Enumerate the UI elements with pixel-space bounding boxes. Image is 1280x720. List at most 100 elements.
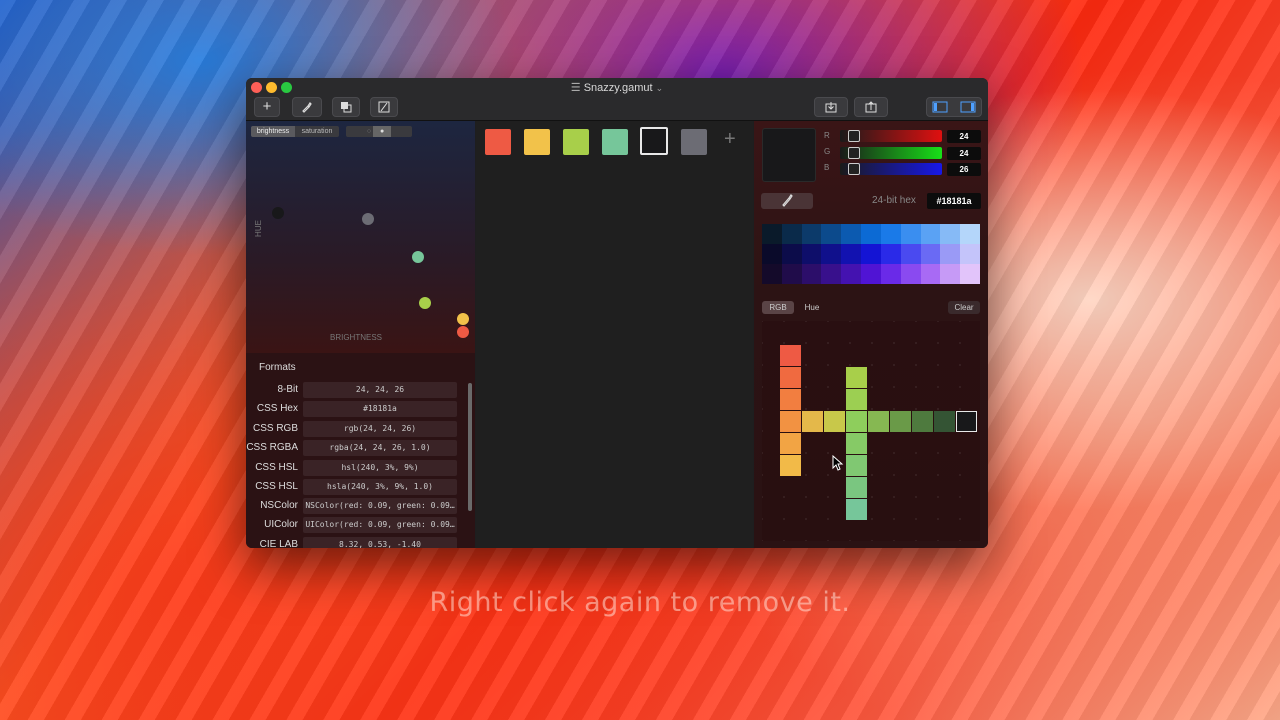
- format-label: CSS Hex: [256, 403, 298, 414]
- format-row: NSColor NSColor(red: 0.09, green: 0.09…: [246, 498, 462, 514]
- export-button[interactable]: [854, 97, 888, 117]
- format-value[interactable]: hsla(240, 3%, 9%, 1.0): [303, 479, 457, 495]
- hue-axis-label: HUE: [253, 220, 263, 237]
- grid-cell[interactable]: [846, 411, 867, 432]
- label-g: G: [824, 147, 831, 156]
- format-row: CSS RGBA rgba(24, 24, 26, 1.0): [246, 440, 462, 456]
- grid-cell[interactable]: [780, 411, 801, 432]
- chart-dot-teal[interactable]: [412, 251, 424, 263]
- grid-cell[interactable]: [890, 411, 911, 432]
- title-bar: ☰ Snazzy.gamut ⌄ +: [246, 78, 988, 121]
- grid-cell[interactable]: [780, 389, 801, 410]
- format-value[interactable]: NSColor(red: 0.09, green: 0.09…: [303, 498, 457, 514]
- view-mode-toggle[interactable]: ○ ●: [346, 126, 412, 137]
- format-value[interactable]: rgba(24, 24, 26, 1.0): [303, 440, 457, 456]
- grid-cell[interactable]: [780, 433, 801, 454]
- add-swatch-button[interactable]: +: [724, 128, 736, 151]
- grid-cell[interactable]: [846, 477, 867, 498]
- swatch-black-selected[interactable]: [640, 127, 668, 155]
- split-view-toggle[interactable]: [926, 97, 982, 117]
- swatch-green[interactable]: [563, 129, 589, 155]
- grid-cell[interactable]: [780, 367, 801, 388]
- blue-value[interactable]: 26: [947, 163, 981, 176]
- format-label: UIColor: [264, 519, 298, 530]
- color-preview: [762, 128, 816, 182]
- grid-cell[interactable]: [846, 367, 867, 388]
- add-button[interactable]: +: [254, 97, 280, 117]
- grid-cell[interactable]: [934, 411, 955, 432]
- format-row: 8-Bit 24, 24, 26: [246, 382, 462, 398]
- light-mode-icon: ○: [366, 128, 372, 135]
- format-label: CIE LAB: [259, 539, 298, 548]
- clear-button[interactable]: Clear: [948, 301, 980, 314]
- import-button[interactable]: [814, 97, 848, 117]
- grid-cell[interactable]: [780, 345, 801, 366]
- swatch-red[interactable]: [485, 129, 511, 155]
- swatch-canvas: +: [476, 121, 753, 548]
- chart-dot-gray[interactable]: [362, 213, 374, 225]
- eyedropper-icon: [782, 194, 793, 207]
- chevron-down-icon[interactable]: ⌄: [656, 83, 664, 93]
- format-value[interactable]: hsl(240, 3%, 9%): [303, 460, 457, 476]
- grid-cell[interactable]: [824, 411, 845, 432]
- edit-icon: [378, 101, 390, 113]
- gamut-chart-panel: brightness saturation ○ ● HUE BRIGHTNESS: [246, 121, 475, 353]
- grid-cell[interactable]: [846, 389, 867, 410]
- grid-cell[interactable]: [846, 499, 867, 520]
- mouse-cursor-icon: [832, 455, 844, 471]
- blue-slider-knob[interactable]: [848, 163, 860, 175]
- window-title: Snazzy.gamut: [583, 82, 653, 94]
- eyedropper-add-icon: [302, 102, 312, 113]
- red-slider-knob[interactable]: [848, 130, 860, 142]
- format-value[interactable]: 8.32, 0.53, -1.40: [303, 537, 457, 548]
- hex-value-field[interactable]: #18181a: [927, 193, 981, 209]
- import-icon: [825, 102, 837, 113]
- seg-saturation[interactable]: saturation: [295, 126, 339, 137]
- grid-cell-selected[interactable]: [956, 411, 977, 432]
- eyedropper-button[interactable]: [292, 97, 322, 117]
- formats-panel: Formats 8-Bit 24, 24, 26 CSS Hex #18181a C…: [246, 353, 475, 548]
- format-row: CSS HSL hsl(240, 3%, 9%): [246, 460, 462, 476]
- format-label: CSS RGBA: [246, 442, 298, 453]
- format-label: CSS HSL: [255, 481, 298, 492]
- color-palette[interactable]: [762, 224, 980, 284]
- chart-dot-black[interactable]: [272, 207, 284, 219]
- formats-scrollbar[interactable]: [468, 383, 472, 511]
- plus-icon: +: [262, 98, 272, 115]
- green-value[interactable]: 24: [947, 147, 981, 160]
- format-label: NSColor: [260, 500, 298, 511]
- format-row: UIColor UIColor(red: 0.09, green: 0.09…: [246, 517, 462, 533]
- swatch-teal[interactable]: [602, 129, 628, 155]
- edit-button[interactable]: [370, 97, 398, 117]
- swatch-yellow[interactable]: [524, 129, 550, 155]
- format-label: CSS HSL: [255, 462, 298, 473]
- formats-heading: Formats: [259, 362, 296, 373]
- format-value[interactable]: 24, 24, 26: [303, 382, 457, 398]
- chart-dot-yellow[interactable]: [457, 313, 469, 325]
- green-slider-knob[interactable]: [848, 147, 860, 159]
- grid-cell[interactable]: [868, 411, 889, 432]
- grid-cell[interactable]: [780, 455, 801, 476]
- format-value[interactable]: rgb(24, 24, 26): [303, 421, 457, 437]
- grid-cell[interactable]: [846, 433, 867, 454]
- duplicate-button[interactable]: [332, 97, 360, 117]
- format-value[interactable]: #18181a: [303, 401, 457, 417]
- export-icon: [865, 101, 877, 113]
- split-view-icon: [932, 101, 976, 113]
- grid-cell[interactable]: [802, 411, 823, 432]
- grid-cell[interactable]: [846, 455, 867, 476]
- seg-brightness[interactable]: brightness: [251, 126, 295, 137]
- tab-rgb[interactable]: RGB: [762, 301, 794, 314]
- gamut-grid[interactable]: [762, 321, 980, 541]
- format-value[interactable]: UIColor(red: 0.09, green: 0.09…: [303, 517, 457, 533]
- tab-hue[interactable]: Hue: [796, 301, 828, 314]
- dark-mode-icon: ●: [373, 126, 392, 137]
- format-label: CSS RGB: [252, 423, 298, 434]
- eyedropper-button[interactable]: [761, 193, 813, 209]
- grid-cell[interactable]: [912, 411, 933, 432]
- red-value[interactable]: 24: [947, 130, 981, 143]
- document-icon: ☰: [570, 82, 581, 94]
- swatch-gray[interactable]: [681, 129, 707, 155]
- chart-dot-red[interactable]: [457, 326, 469, 338]
- chart-dot-green[interactable]: [419, 297, 431, 309]
